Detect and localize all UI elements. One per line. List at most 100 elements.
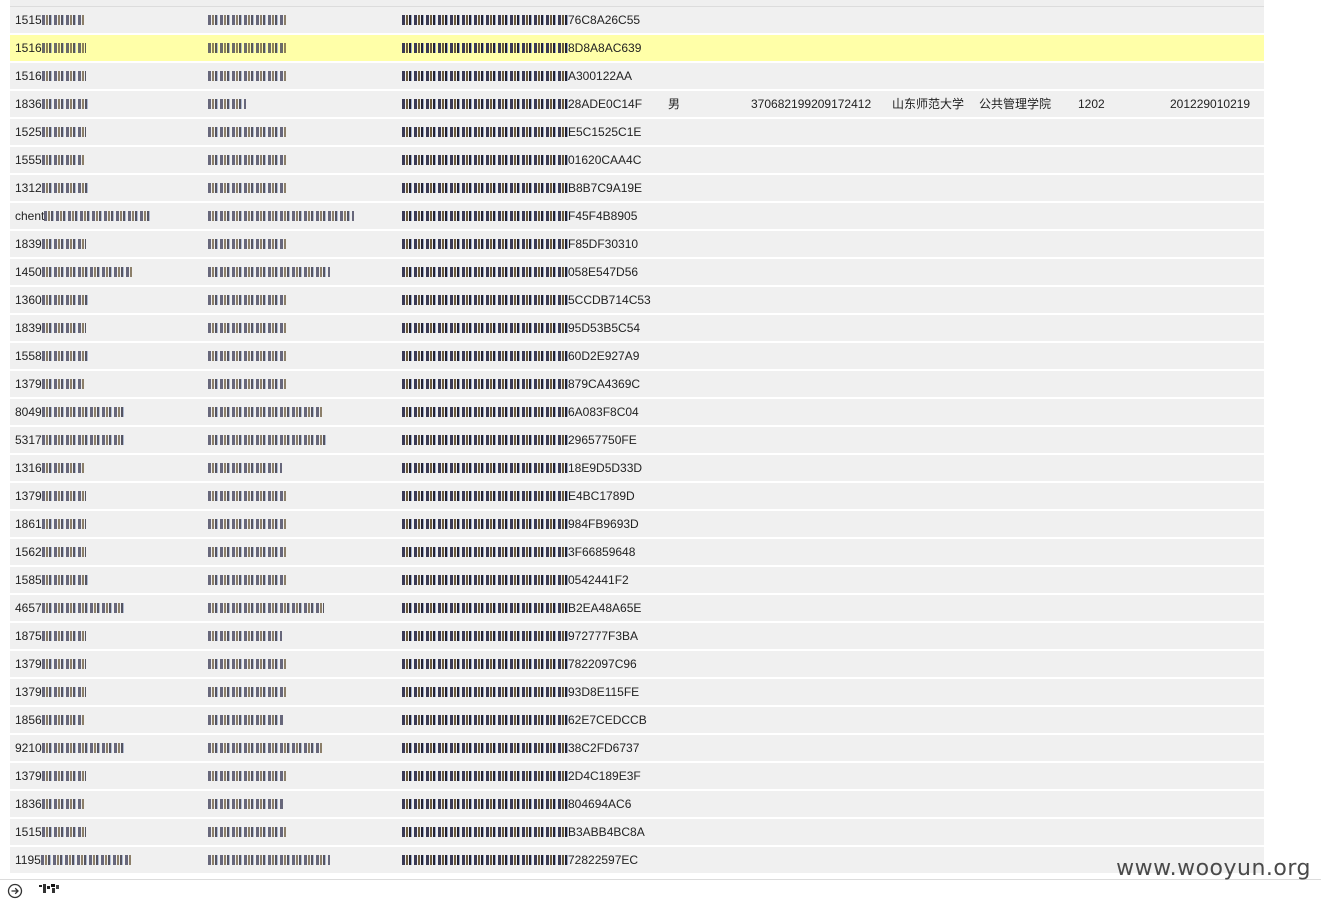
username-prefix: 1555 <box>15 153 42 167</box>
username-cell: 1836 <box>15 91 205 117</box>
hash-suffix: 804694AC6 <box>568 797 632 811</box>
redacted-password <box>208 98 246 109</box>
username-cell: 1379 <box>15 651 205 677</box>
hash-suffix: A300122AA <box>568 69 633 83</box>
table-row[interactable]: 1585 0542441F2 <box>10 567 1264 595</box>
table-row[interactable]: 9210 38C2FD6737 <box>10 735 1264 763</box>
table-row[interactable]: 8049 6A083F8C04 <box>10 399 1264 427</box>
school-cell: 山东师范大学 <box>892 97 965 111</box>
username-cell: 1839 <box>15 231 205 257</box>
table-row[interactable]: 1875 972777F3BA <box>10 623 1264 651</box>
hash-cell: B2EA48A65E <box>402 595 664 621</box>
redacted-password <box>208 826 286 837</box>
redacted-password <box>208 350 286 361</box>
hash-cell: 38C2FD6737 <box>402 735 664 761</box>
redacted-hash <box>402 770 568 781</box>
table-row[interactable]: 1516 8D8A8AC639 <box>10 35 1264 63</box>
hash-suffix: 7822097C96 <box>568 657 637 671</box>
redacted-password <box>208 126 286 137</box>
hash-cell: 984FB9693D <box>402 511 664 537</box>
redacted-password <box>208 154 286 165</box>
table-row[interactable]: 1515 76C8A26C55 <box>10 7 1264 35</box>
redacted-username <box>41 434 126 445</box>
table-row[interactable]: 1525 E5C1525C1E <box>10 119 1264 147</box>
table-row[interactable]: 1836 804694AC6 <box>10 791 1264 819</box>
redacted-hash <box>402 406 568 417</box>
table-row[interactable]: 1450 058E547D56 <box>10 259 1264 287</box>
redacted-username <box>41 294 88 305</box>
username-prefix: 8049 <box>15 405 42 419</box>
hash-cell: E5C1525C1E <box>402 119 664 145</box>
hash-cell: 76C8A26C55 <box>402 7 664 33</box>
hash-cell: 01620CAA4C <box>402 147 664 173</box>
redacted-password <box>208 518 286 529</box>
redacted-hash <box>402 798 568 809</box>
hash-cell: 972777F3BA <box>402 623 664 649</box>
password-cell <box>207 847 397 873</box>
redacted-password <box>208 714 284 725</box>
table-row[interactable]: 5317 29657750FE <box>10 427 1264 455</box>
table-row[interactable]: 1195 72822597EC <box>10 847 1264 875</box>
username-cell: chent <box>15 203 205 229</box>
table-row[interactable]: 1558 60D2E927A9 <box>10 343 1264 371</box>
table-row[interactable]: 4657 B2EA48A65E <box>10 595 1264 623</box>
redacted-hash <box>402 658 568 669</box>
redacted-username <box>41 518 86 529</box>
hash-cell: 879CA4369C <box>402 371 664 397</box>
password-cell <box>207 651 397 677</box>
table-row[interactable]: 1836 28ADE0C14F 男 370682199209172412 山东师范大学公… <box>10 91 1264 119</box>
redacted-username <box>41 98 88 109</box>
table-row[interactable]: 1856 62E7CEDCCB <box>10 707 1264 735</box>
hash-cell: 18E9D5D33D <box>402 455 664 481</box>
table-row[interactable]: 1312 B8B7C9A19E <box>10 175 1264 203</box>
table-row[interactable]: 1379 879CA4369C <box>10 371 1264 399</box>
hash-cell: 3F66859648 <box>402 539 664 565</box>
redacted-password <box>208 462 282 473</box>
redacted-hash <box>402 686 568 697</box>
redacted-password <box>208 406 322 417</box>
table-row[interactable]: 1379 7822097C96 <box>10 651 1264 679</box>
table-row[interactable]: 1555 01620CAA4C <box>10 147 1264 175</box>
table-row[interactable]: 1516 A300122AA <box>10 63 1264 91</box>
redacted-username <box>41 266 132 277</box>
username-prefix: 4657 <box>15 601 42 615</box>
redacted-password <box>208 798 284 809</box>
hash-cell: 058E547D56 <box>402 259 664 285</box>
redacted-password <box>208 322 286 333</box>
redacted-hash <box>402 266 568 277</box>
table-row[interactable]: 1379 E4BC1789D <box>10 483 1264 511</box>
hash-cell: F45F4B8905 <box>402 203 664 229</box>
table-row[interactable]: 1515 B3ABB4BC8A <box>10 819 1264 847</box>
table-row[interactable]: 1839 F85DF30310 <box>10 231 1264 259</box>
redacted-username <box>41 182 88 193</box>
redacted-username <box>41 826 86 837</box>
redacted-password <box>208 742 322 753</box>
hash-suffix: 72822597EC <box>568 853 639 867</box>
table-row[interactable]: 1316 18E9D5D33D <box>10 455 1264 483</box>
table-row[interactable]: 1839 95D53B5C54 <box>10 315 1264 343</box>
arrow-right-circle-icon[interactable] <box>7 883 23 899</box>
table-row[interactable]: 1379 2D4C189E3F <box>10 763 1264 791</box>
hash-suffix: 8D8A8AC639 <box>568 41 642 55</box>
hash-suffix: 62E7CEDCCB <box>568 713 647 727</box>
table-row[interactable]: 1379 93D8E115FE <box>10 679 1264 707</box>
table-row[interactable]: 1360 5CCDB714C53 <box>10 287 1264 315</box>
hash-cell: 8D8A8AC639 <box>402 35 664 61</box>
username-prefix: chent <box>15 209 45 223</box>
username-prefix: 1515 <box>15 13 42 27</box>
table-row[interactable]: 1861 984FB9693D <box>10 511 1264 539</box>
table-row[interactable]: 1562 3F66859648 <box>10 539 1264 567</box>
hash-suffix: E5C1525C1E <box>568 125 642 139</box>
password-cell <box>207 175 397 201</box>
redacted-username <box>41 490 86 501</box>
redacted-username <box>41 798 84 809</box>
table-row[interactable]: chent F45F4B8905 <box>10 203 1264 231</box>
username-cell: 1525 <box>15 119 205 145</box>
hash-cell: 0542441F2 <box>402 567 664 593</box>
password-cell <box>207 427 397 453</box>
password-cell <box>207 259 397 285</box>
username-cell: 1856 <box>15 707 205 733</box>
password-cell <box>207 315 397 341</box>
hash-suffix: 76C8A26C55 <box>568 13 641 27</box>
hash-cell: 6A083F8C04 <box>402 399 664 425</box>
